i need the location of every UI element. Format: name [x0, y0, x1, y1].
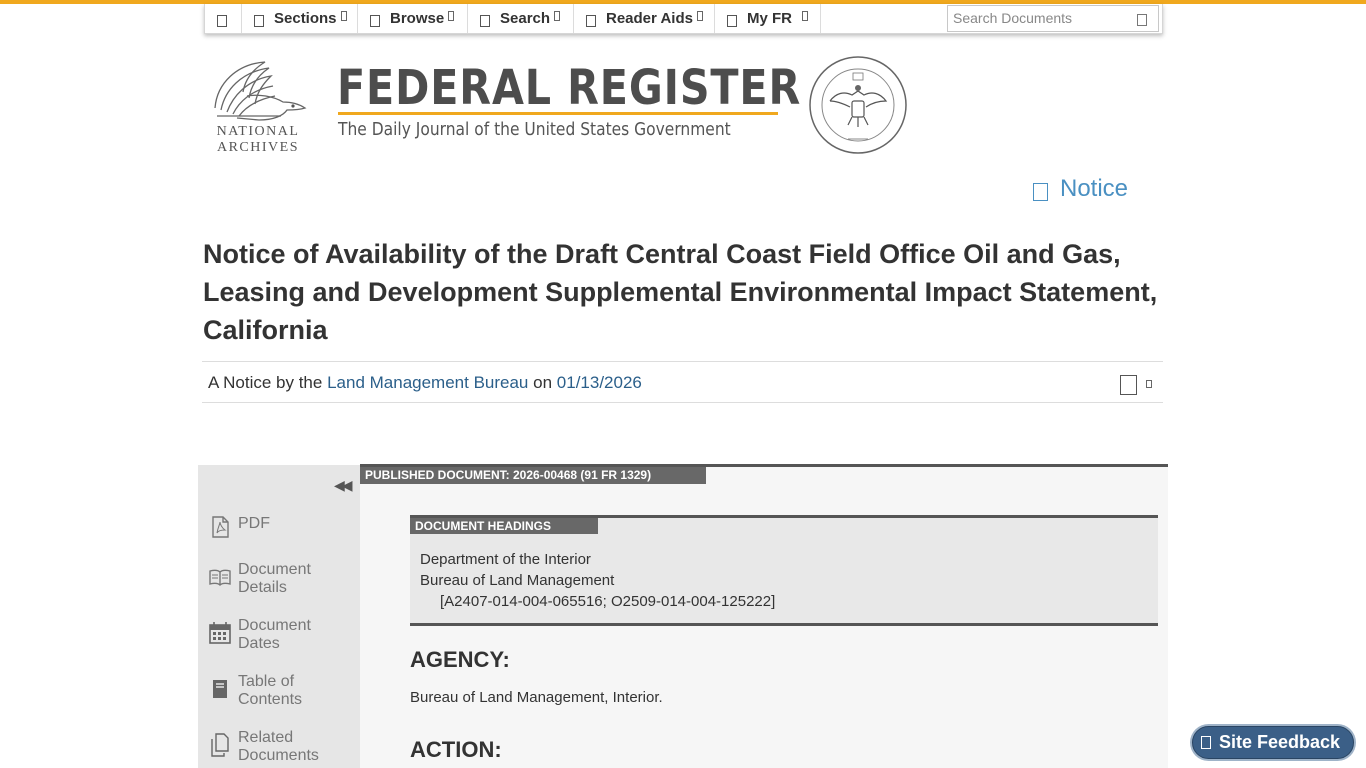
nav-sections[interactable]: Sections [242, 4, 358, 33]
document-byline: A Notice by the Land Management Bureau o… [202, 361, 1163, 403]
sidebar-item-label: PDF [238, 515, 270, 532]
pdf-icon [212, 516, 229, 538]
chevron-down-icon[interactable] [1146, 380, 1152, 388]
collapse-sidebar-icon[interactable]: ◀◀ [334, 477, 352, 494]
sidebar-item-related-documents[interactable]: Related Documents [208, 729, 319, 765]
label-line1: Document [238, 617, 311, 634]
sidebar-item-label: Document Details [238, 561, 311, 597]
related-documents-icon [211, 733, 229, 757]
federal-register-logo-title[interactable]: FEDERAL REGISTER [337, 62, 801, 114]
browse-icon [370, 14, 380, 27]
national-archives-wordmark: NATIONAL ARCHIVES [210, 124, 306, 156]
archives-line2: ARCHIVES [216, 140, 299, 155]
search-submit-icon[interactable] [1137, 14, 1147, 26]
nav-my-fr-label: My FR [747, 10, 792, 27]
search-box [947, 5, 1159, 32]
chevron-down-icon [448, 10, 455, 21]
label-line1: Related [238, 729, 294, 746]
document-sidebar: ◀◀ PDF Document Details Document Dates T… [198, 465, 360, 768]
home-icon [217, 14, 227, 27]
feedback-icon [1201, 736, 1211, 749]
nav-search[interactable]: Search [468, 4, 574, 33]
chevron-down-icon [696, 10, 703, 21]
federal-register-tagline: The Daily Journal of the United States G… [338, 119, 731, 140]
site-feedback-button[interactable]: Site Feedback [1192, 726, 1354, 759]
search-icon [480, 14, 490, 27]
published-document-label: PUBLISHED DOCUMENT: 2026-00468 (91 FR 13… [360, 467, 706, 484]
main-nav: Sections Browse Search Reader Aids My FR [204, 4, 1163, 34]
document-headings-label: DOCUMENT HEADINGS [410, 518, 598, 534]
notice-icon [1033, 183, 1048, 201]
heading-department: Department of the Interior [420, 551, 591, 568]
book-icon [209, 569, 231, 586]
label-line2: Contents [238, 691, 303, 708]
search-input[interactable] [948, 6, 1133, 30]
page-title: Notice of Availability of the Draft Cent… [203, 239, 1158, 345]
action-heading: ACTION: [410, 737, 502, 762]
nara-seal-icon[interactable] [808, 55, 908, 155]
masthead-rule [338, 112, 778, 115]
agency-heading: AGENCY: [410, 647, 510, 672]
calendar-icon [209, 622, 231, 644]
nav-browse-label: Browse [390, 10, 445, 27]
document-content: PUBLISHED DOCUMENT: 2026-00468 (91 FR 13… [360, 464, 1168, 768]
nav-reader-aids-label: Reader Aids [606, 10, 693, 27]
nav-my-fr[interactable]: My FR [715, 4, 821, 33]
agency-link[interactable]: Land Management Bureau [327, 373, 528, 392]
nav-browse[interactable]: Browse [358, 4, 468, 33]
nav-reader-aids[interactable]: Reader Aids [574, 4, 715, 33]
chevron-down-icon [802, 10, 808, 21]
label-line2: Details [238, 579, 287, 596]
document-type-label: Notice [1033, 175, 1128, 203]
document-headings-box: DOCUMENT HEADINGS Department of the Inte… [410, 515, 1158, 626]
sidebar-item-pdf[interactable]: PDF [208, 515, 270, 539]
sidebar-item-label: Related Documents [238, 729, 319, 765]
byline-on: on [533, 373, 553, 392]
bookmark-icon[interactable] [1120, 375, 1137, 395]
sections-icon [254, 14, 264, 27]
label-line2: Dates [238, 635, 280, 652]
label-line1: Table of [238, 673, 295, 690]
label-line2: Documents [238, 747, 319, 764]
sidebar-item-label: Table of Contents [238, 673, 302, 709]
nav-search-label: Search [500, 10, 551, 27]
chevron-down-icon [340, 10, 347, 21]
sidebar-item-table-of-contents[interactable]: Table of Contents [208, 673, 302, 709]
byline-prefix: A Notice by the [208, 373, 323, 392]
sidebar-item-label: Document Dates [238, 617, 311, 653]
agency-text: Bureau of Land Management, Interior. [410, 689, 663, 706]
byline-text: A Notice by the Land Management Bureau o… [208, 373, 642, 393]
reader-aids-icon [586, 14, 596, 27]
sidebar-item-document-details[interactable]: Document Details [208, 561, 311, 597]
document-type-text: Notice [1060, 175, 1129, 202]
nav-home[interactable] [205, 4, 242, 33]
heading-bureau: Bureau of Land Management [420, 572, 615, 589]
site-feedback-label: Site Feedback [1219, 732, 1341, 752]
sidebar-item-document-dates[interactable]: Document Dates [208, 617, 311, 653]
nav-sections-label: Sections [274, 10, 337, 27]
label-line1: Document [238, 561, 311, 578]
publication-date-link[interactable]: 01/13/2026 [557, 373, 642, 392]
table-of-contents-icon [213, 680, 227, 698]
heading-docket-numbers: [A2407-014-004-065516; O2509-014-004-125… [440, 593, 776, 610]
chevron-down-icon [554, 10, 561, 21]
user-icon [727, 14, 737, 27]
archives-line1: NATIONAL [216, 124, 300, 139]
